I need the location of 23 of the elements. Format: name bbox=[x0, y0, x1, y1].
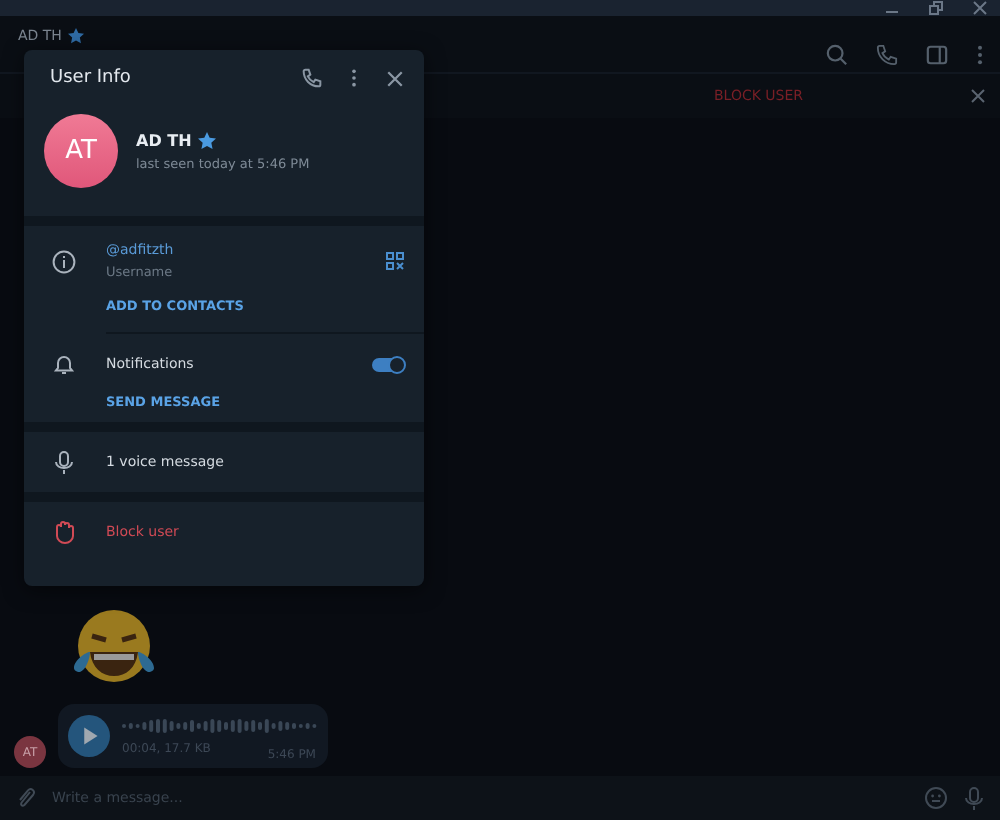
close-icon[interactable] bbox=[972, 0, 988, 16]
more-icon[interactable] bbox=[976, 44, 984, 66]
microphone-icon bbox=[52, 449, 76, 475]
microphone-icon[interactable] bbox=[964, 785, 984, 811]
phone-icon[interactable] bbox=[302, 68, 322, 88]
phone-icon[interactable] bbox=[876, 44, 898, 66]
attach-icon[interactable] bbox=[16, 786, 36, 810]
search-icon[interactable] bbox=[826, 44, 848, 66]
play-button[interactable] bbox=[68, 714, 110, 758]
panel-title: User Info bbox=[50, 68, 133, 88]
profile-name: AD TH bbox=[136, 131, 192, 149]
restore-icon[interactable] bbox=[928, 0, 944, 16]
bell-icon bbox=[52, 352, 76, 376]
close-icon[interactable] bbox=[970, 88, 986, 104]
hand-icon bbox=[52, 520, 76, 544]
emoji-icon[interactable] bbox=[924, 786, 948, 810]
more-icon[interactable] bbox=[350, 68, 358, 88]
profile-avatar: AT bbox=[44, 114, 118, 188]
info-icon bbox=[52, 249, 76, 273]
qr-code-icon[interactable] bbox=[386, 252, 404, 270]
close-icon[interactable] bbox=[386, 69, 404, 87]
sidebar-icon[interactable] bbox=[926, 44, 948, 66]
notifications-toggle[interactable] bbox=[372, 357, 404, 371]
